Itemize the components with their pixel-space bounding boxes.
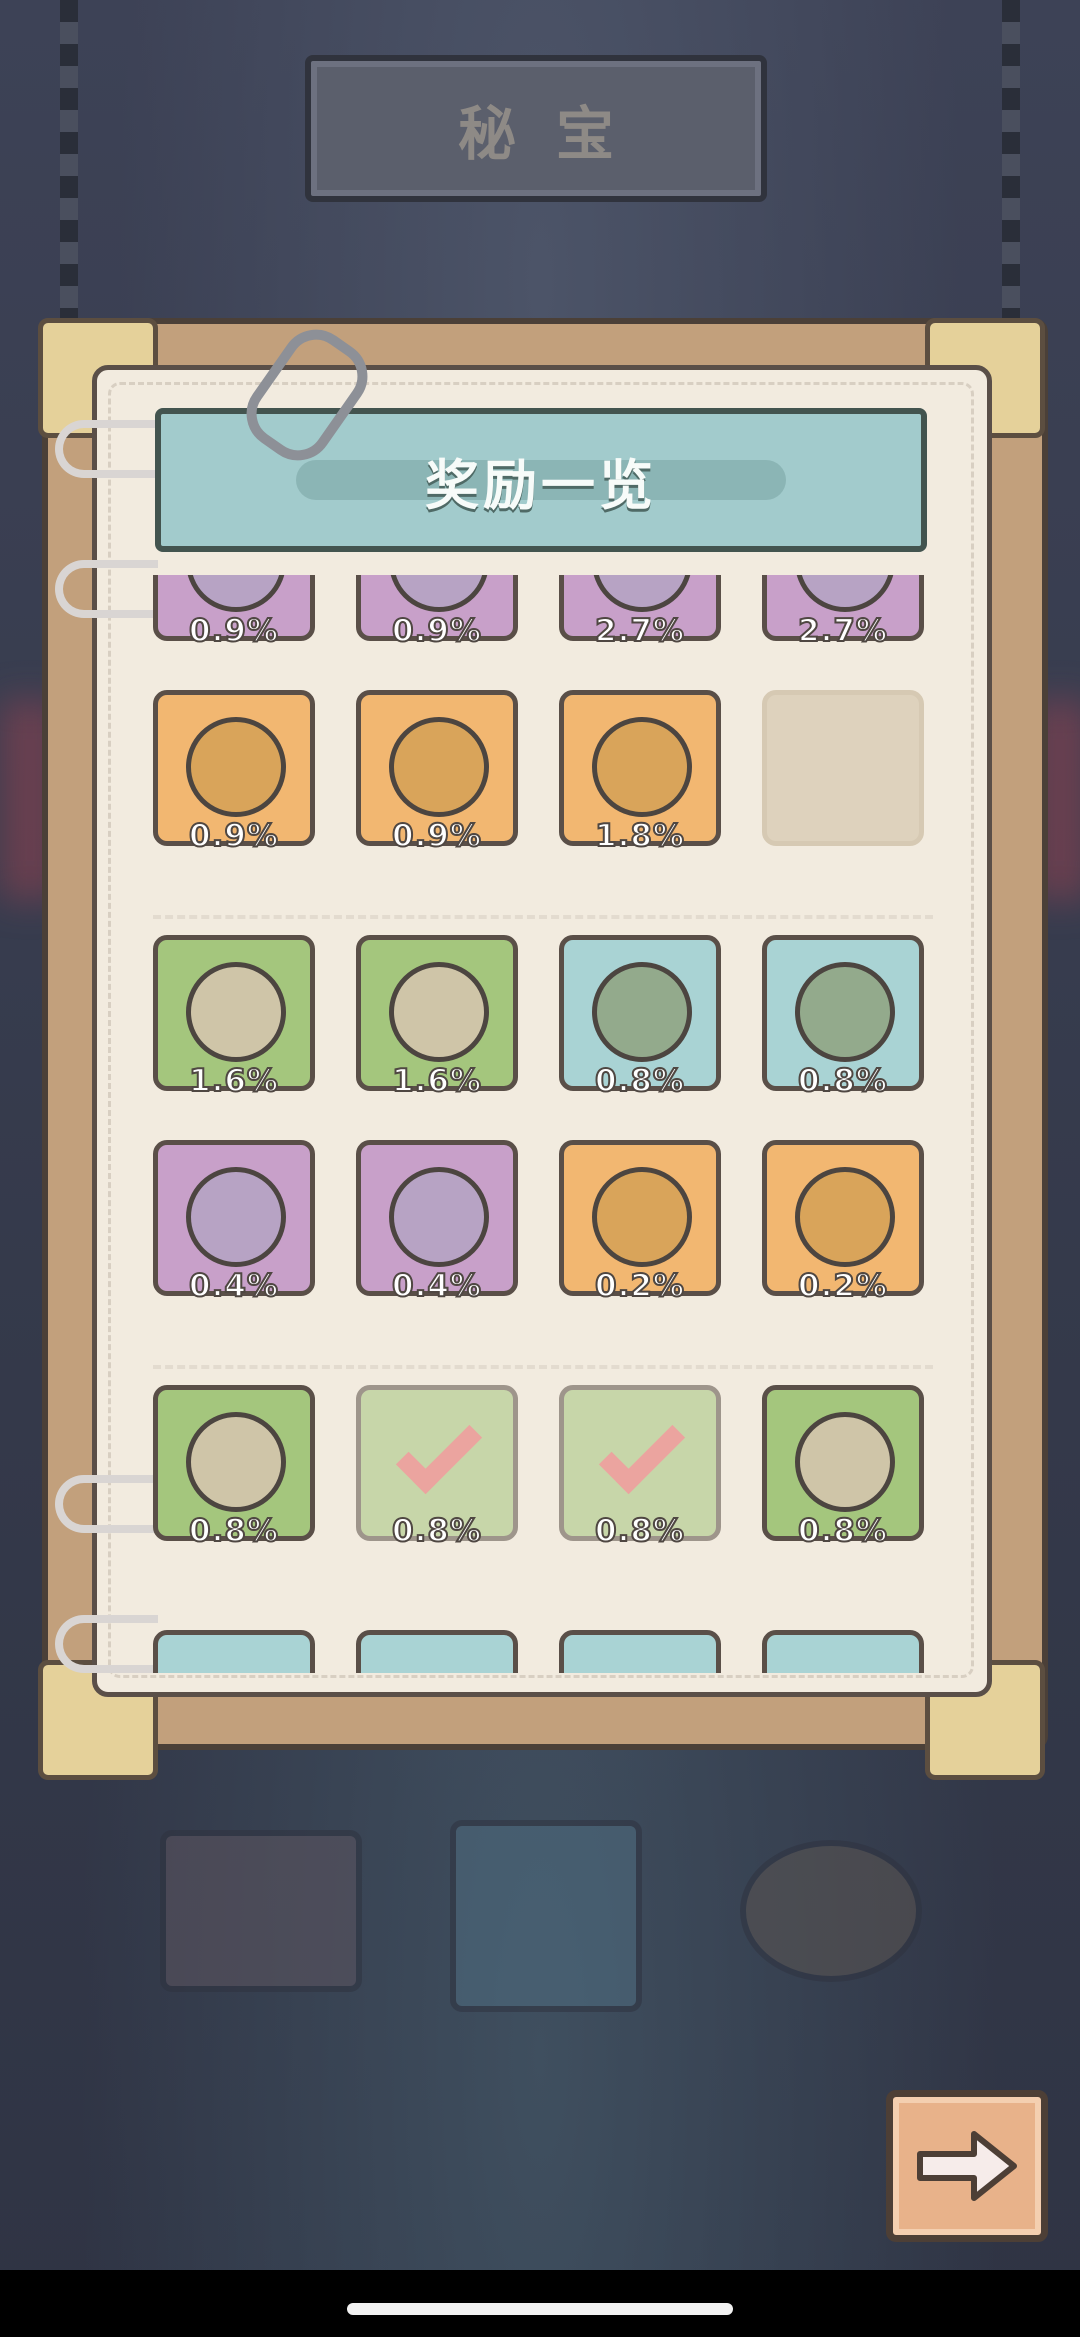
winged-boot-icon — [389, 717, 489, 817]
panel-title: 奖励一览 — [425, 453, 657, 517]
winged-boot-icon — [186, 717, 286, 817]
crystal-chest-icon — [450, 1820, 642, 2012]
screen-title: 秘宝 — [457, 99, 654, 168]
talisman-icon — [795, 575, 895, 612]
chain-right — [1002, 0, 1020, 330]
drop-rate: 0.8% — [797, 1062, 888, 1100]
drop-rate: 2.7% — [594, 612, 685, 650]
drop-rate: 0.4% — [391, 1267, 482, 1305]
leaf-crown-icon — [592, 962, 692, 1062]
drop-rate: 2.7% — [797, 612, 888, 650]
drop-rate: 0.9% — [391, 817, 482, 855]
bead-bracelet-icon — [389, 1167, 489, 1267]
drop-rate: 0.8% — [594, 1512, 685, 1550]
reward-item[interactable] — [559, 1630, 721, 1673]
drop-rate: 0.9% — [188, 817, 279, 855]
drop-rate: 0.8% — [188, 1512, 279, 1550]
claimed-check-icon — [395, 1407, 483, 1495]
reward-list[interactable]: 0.9% 0.9% 2.7% 2.7% 0.9% 0.9% 1.8% 1.6% 1.6% 0.8%… — [108, 575, 968, 1673]
drop-rate: 0.8% — [797, 1512, 888, 1550]
hook-shield-icon — [186, 1167, 286, 1267]
reward-item[interactable] — [762, 1630, 924, 1673]
drop-rate: 0.9% — [391, 612, 482, 650]
section-divider — [153, 1365, 933, 1369]
horned-helmet-icon — [389, 962, 489, 1062]
amulet-icon — [389, 575, 489, 612]
drop-rate: 0.8% — [391, 1512, 482, 1550]
chain-belt-icon — [795, 962, 895, 1062]
drop-rate: 0.2% — [594, 1267, 685, 1305]
reward-slot-empty — [762, 690, 924, 846]
diving-gear-icon — [740, 1840, 922, 1982]
drop-rate: 1.6% — [391, 1062, 482, 1100]
talisman-icon — [592, 575, 692, 612]
claimed-check-icon — [598, 1407, 686, 1495]
chain-left — [60, 0, 78, 330]
section-divider — [153, 915, 933, 919]
spiked-chest-icon — [160, 1830, 362, 1992]
drop-rate: 0.9% — [188, 612, 279, 650]
drop-rate: 1.6% — [188, 1062, 279, 1100]
next-button[interactable] — [886, 2090, 1048, 2242]
armor-icon — [592, 1167, 692, 1267]
glove-icon — [186, 962, 286, 1062]
drop-rate: 0.8% — [594, 1062, 685, 1100]
arrow-right-icon — [917, 2131, 1017, 2201]
reward-item[interactable] — [153, 1630, 315, 1673]
drop-rate: 0.2% — [797, 1267, 888, 1305]
reward-item[interactable] — [356, 1630, 518, 1673]
title-plate: 秘宝 — [305, 55, 767, 202]
drop-rate: 0.4% — [188, 1267, 279, 1305]
shell-icon — [186, 1412, 286, 1512]
ring-icon — [592, 717, 692, 817]
drop-rate: 1.8% — [594, 817, 685, 855]
amulet-icon — [186, 575, 286, 612]
binder-ring-icon — [55, 420, 158, 478]
diving-helmet-icon — [795, 1412, 895, 1512]
home-indicator[interactable] — [347, 2303, 733, 2315]
gear-ring-icon — [795, 1167, 895, 1267]
